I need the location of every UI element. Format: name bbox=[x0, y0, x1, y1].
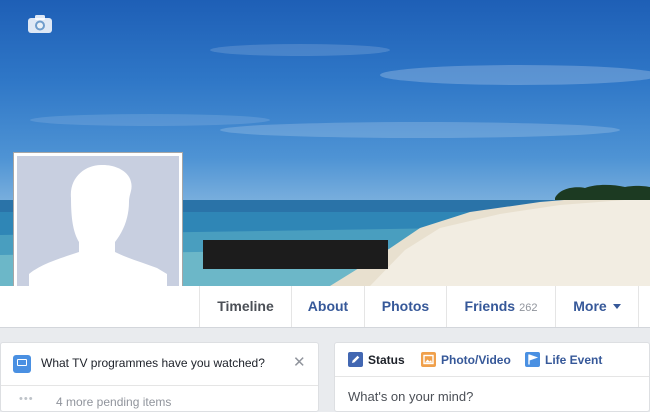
dots-icon: ••• bbox=[19, 393, 34, 405]
tv-prompt-card: What TV programmes have you watched? ✕ •… bbox=[0, 342, 319, 412]
composer-tab-status-label: Status bbox=[368, 353, 405, 367]
tv-question[interactable]: What TV programmes have you watched? bbox=[41, 356, 265, 370]
tab-timeline-label: Timeline bbox=[217, 298, 274, 314]
flag-icon bbox=[525, 352, 540, 367]
tab-friends[interactable]: Friends 262 bbox=[446, 286, 555, 327]
friends-count: 262 bbox=[519, 302, 538, 314]
photo-icon bbox=[421, 352, 436, 367]
chevron-down-icon bbox=[612, 304, 621, 309]
tab-friends-label: Friends bbox=[464, 298, 516, 314]
profile-name-redaction bbox=[203, 240, 388, 269]
composer-input[interactable]: What's on your mind? bbox=[348, 389, 473, 404]
post-composer: Status Photo/Video Life Event What's on … bbox=[334, 342, 650, 412]
tab-about-label: About bbox=[307, 298, 349, 314]
close-icon[interactable]: ✕ bbox=[293, 353, 306, 371]
composer-divider bbox=[335, 376, 649, 377]
composer-tab-photo-video-label: Photo/Video bbox=[441, 353, 511, 367]
camera-icon[interactable] bbox=[27, 14, 53, 34]
tab-photos-label: Photos bbox=[381, 298, 430, 314]
tab-timeline[interactable]: Timeline bbox=[199, 286, 291, 327]
pencil-icon bbox=[348, 352, 363, 367]
tab-more[interactable]: More bbox=[555, 286, 639, 327]
tv-icon bbox=[13, 355, 31, 373]
profile-nav: Timeline About Photos Friends 262 More bbox=[0, 286, 650, 328]
pending-items-link[interactable]: 4 more pending items bbox=[56, 395, 171, 409]
tab-more-label: More bbox=[573, 298, 607, 314]
tab-about[interactable]: About bbox=[291, 286, 364, 327]
card-divider bbox=[1, 385, 318, 386]
tab-photos[interactable]: Photos bbox=[364, 286, 446, 327]
composer-tab-life-event-label: Life Event bbox=[545, 353, 603, 367]
